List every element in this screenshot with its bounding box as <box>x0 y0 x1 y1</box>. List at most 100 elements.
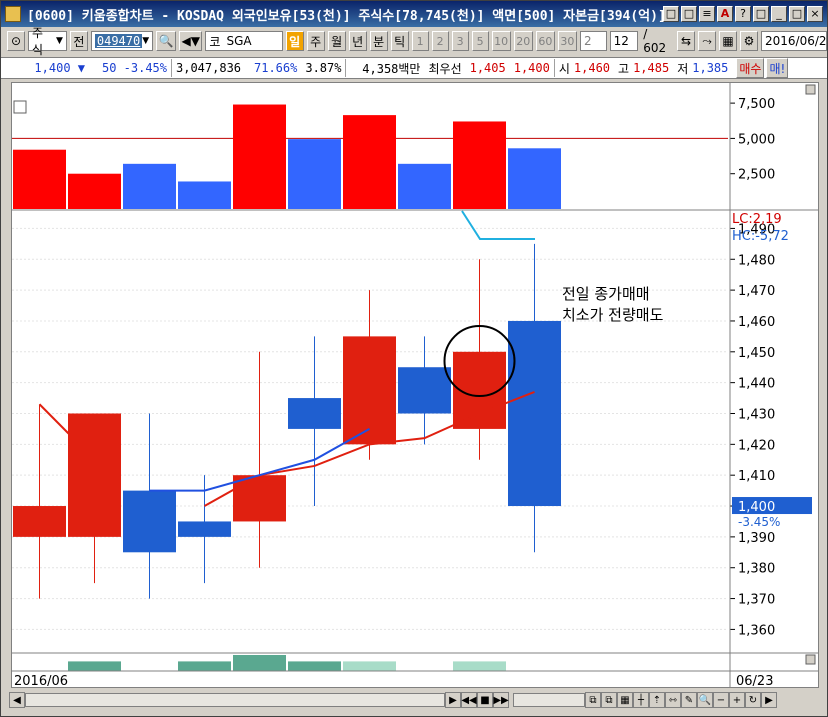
price-tick-label: 1,380 <box>738 562 775 577</box>
panel-close-icon <box>805 654 816 665</box>
rewind-icon[interactable]: ◀◀ <box>461 692 477 708</box>
period-week-button[interactable]: 주 <box>306 31 325 51</box>
plus-icon[interactable]: + <box>729 692 745 708</box>
sell-button[interactable]: 매! <box>766 58 789 78</box>
scroll-left-icon[interactable]: ◀ <box>9 692 25 708</box>
image-icon[interactable]: ▦ <box>719 31 738 51</box>
period-year-button[interactable]: 년 <box>348 31 367 51</box>
candle-body <box>343 336 396 445</box>
high-label: 고 <box>618 61 630 76</box>
chart-window: [0600] 키움종합차트 - KOSDAQ 외국인보유[53(천)] 주식수[… <box>0 0 828 717</box>
horizontal-scrollbar[interactable] <box>25 693 445 707</box>
restore-icon[interactable]: □ <box>753 6 769 22</box>
chart-svg[interactable]: 2,500 5,000 7,500 1,360 1,370 1,380 1,390 1,41… <box>12 83 818 689</box>
help-icon[interactable]: ? <box>735 6 751 22</box>
volume-bar <box>178 181 231 209</box>
date-axis-right: 06/23 <box>736 674 773 687</box>
title-buttons: □ □ ≡ A ? □ _ □ × <box>663 6 823 22</box>
chevron-down-icon: ▼ <box>142 36 150 46</box>
sub-indicator-panel <box>12 652 818 672</box>
play-icon[interactable]: ▶ <box>445 692 461 708</box>
volume-bar <box>508 148 561 209</box>
minimize-button[interactable]: _ <box>771 6 787 22</box>
maximize-button[interactable]: □ <box>789 6 805 22</box>
best-bid: 1,400 <box>513 61 550 75</box>
period-tick-button[interactable]: 틱 <box>390 31 409 51</box>
copy-icon[interactable]: ⧉ <box>585 692 601 708</box>
measure-icon[interactable]: ⇿ <box>665 692 681 708</box>
date-input[interactable]: 2016/06/2 <box>761 31 828 51</box>
chevron-down-icon: ▼ <box>55 36 63 46</box>
sub-indicator-bar <box>178 661 231 671</box>
candle-body <box>13 506 66 537</box>
speaker-icon[interactable]: ◀▼ <box>179 31 203 51</box>
tick-option-30[interactable]: 30 <box>557 31 577 51</box>
tick-option-3[interactable]: 3 <box>451 31 469 51</box>
fast-forward-icon[interactable]: ▶▶ <box>493 692 509 708</box>
stock-code-input[interactable]: 049470 ▼ <box>90 31 154 51</box>
price-tick-label: 1,370 <box>738 593 775 608</box>
toolbar: ⊙ 주식 ▼ 전 049470 ▼ 🔍 ◀▼ 코 SGA 일 주 월 년 분 틱 1 … <box>1 26 828 57</box>
layout-icon[interactable]: □ <box>663 6 679 22</box>
tick-option-20[interactable]: 20 <box>513 31 533 51</box>
high-price: 1,485 <box>633 61 670 75</box>
scroll-right-icon[interactable]: ▶ <box>761 692 777 708</box>
volume-bar <box>453 121 506 209</box>
candle-body <box>123 490 176 553</box>
chart-style-icon[interactable]: ⤳ <box>698 31 717 51</box>
minus-icon[interactable]: − <box>713 692 729 708</box>
price-tick-label: 1,420 <box>738 438 775 453</box>
tick-option-1[interactable]: 1 <box>411 31 429 51</box>
zoom-slider[interactable] <box>513 693 585 707</box>
price-tick-label: 1,360 <box>738 623 775 638</box>
sub-indicator-bar <box>233 655 286 671</box>
period-day-button[interactable]: 일 <box>285 31 304 51</box>
period-minute-button[interactable]: 분 <box>369 31 388 51</box>
reset-icon[interactable]: ↻ <box>745 692 761 708</box>
pin-icon[interactable]: ⊙ <box>7 31 25 51</box>
crosshair-icon[interactable]: ┼ <box>633 692 649 708</box>
stock-name-field[interactable]: 코 SGA <box>205 31 283 51</box>
window-title: [0600] 키움종합차트 - KOSDAQ 외국인보유[53(천)] 주식수[… <box>27 8 663 24</box>
grid-icon[interactable]: ▦ <box>617 692 633 708</box>
date-axis-left: 2016/06 <box>14 674 68 687</box>
duplicate-icon[interactable]: ⧉ <box>601 692 617 708</box>
count-total: / 602 <box>643 27 667 55</box>
tick-option-2[interactable]: 2 <box>431 31 449 51</box>
arrow-up-icon[interactable]: ⇡ <box>649 692 665 708</box>
bottom-controls: ◀ ▶ ◀◀ ■ ▶▶ ⧉ ⧉ ▦ ┼ ⇡ ⇿ ✎ 🔍 − + ↻ ▶ <box>9 690 821 710</box>
market-type-select[interactable]: 주식 ▼ <box>28 26 67 57</box>
tick-option-60[interactable]: 60 <box>535 31 555 51</box>
tick-option-10[interactable]: 10 <box>491 31 511 51</box>
app-icon <box>5 6 21 22</box>
tick-option-5[interactable]: 5 <box>471 31 489 51</box>
list-icon[interactable]: ≡ <box>699 6 715 22</box>
title-bar[interactable]: [0600] 키움종합차트 - KOSDAQ 외국인보유[53(천)] 주식수[… <box>1 1 827 27</box>
candle-body <box>68 413 121 537</box>
window-icon[interactable]: □ <box>681 6 697 22</box>
trade-amount: 4,358백만 <box>362 61 421 76</box>
open-price: 1,460 <box>573 61 611 75</box>
arrows-icon[interactable]: ⇆ <box>677 31 696 51</box>
indicator-line <box>461 210 535 240</box>
search-icon[interactable]: 🔍 <box>156 31 177 51</box>
panel-close-icon <box>805 84 816 95</box>
sub-indicator-bar <box>453 661 506 671</box>
gear-icon[interactable]: ⚙ <box>740 31 759 51</box>
stop-icon[interactable]: ■ <box>477 692 493 708</box>
count-input[interactable]: 12 <box>609 31 639 51</box>
buy-button[interactable]: 매수 <box>736 58 765 78</box>
zoom-icon[interactable]: 🔍 <box>697 692 713 708</box>
font-icon[interactable]: A <box>717 6 733 22</box>
stock-name: SGA <box>226 34 252 48</box>
period-month-button[interactable]: 월 <box>327 31 346 51</box>
tick-custom-select[interactable]: 2 <box>579 31 607 51</box>
legend-lc: LC:2,19 <box>732 212 782 227</box>
pen-icon[interactable]: ✎ <box>681 692 697 708</box>
volume-tick-label: 2,500 <box>738 168 775 183</box>
price-tick-label: 1,410 <box>738 469 775 484</box>
chart-area[interactable]: 2,500 5,000 7,500 1,360 1,370 1,380 1,390 1,41… <box>11 82 819 689</box>
price-tick-label: 1,390 <box>738 531 775 546</box>
price-tick-label: 1,450 <box>738 346 775 361</box>
close-button[interactable]: × <box>807 6 823 22</box>
